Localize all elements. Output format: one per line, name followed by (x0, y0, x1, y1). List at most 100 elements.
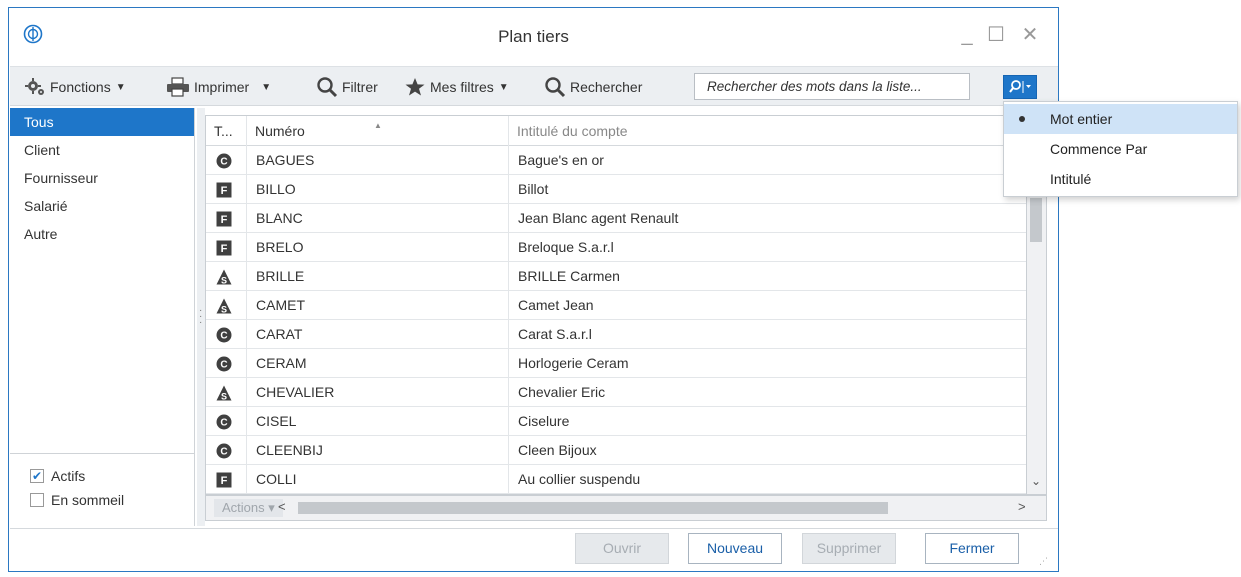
printer-icon (167, 77, 189, 97)
star-icon (405, 78, 425, 96)
selected-bullet-icon (1019, 116, 1025, 122)
table-row[interactable]: C CISEL Ciselure (206, 407, 1026, 436)
minimize-icon[interactable]: _ (954, 22, 980, 48)
maximize-icon[interactable]: ☐ (983, 22, 1009, 48)
actions-label: Actions (222, 500, 265, 515)
gear-icon (25, 78, 44, 95)
footer-divider (10, 528, 1058, 529)
chevron-down-icon: ▼ (115, 81, 126, 93)
account-title-cell: Camet Jean (518, 297, 594, 313)
category-all[interactable]: Tous (10, 108, 194, 136)
resize-grip-icon[interactable]: ⋰ (1039, 556, 1049, 567)
table-row[interactable]: S CHEVALIER Chevalier Eric (206, 378, 1026, 407)
column-title-header[interactable]: Intitulé du compte (509, 116, 1026, 146)
horizontal-scroll-thumb[interactable] (298, 502, 888, 514)
account-title-cell: Au collier suspendu (518, 471, 641, 487)
grid-header: T... Numéro ▲ Intitulé du compte (206, 116, 1026, 146)
account-title-cell: Cleen Bijoux (518, 442, 597, 458)
checkmark-icon[interactable]: ✔ (30, 469, 44, 483)
svg-text:C: C (220, 447, 227, 458)
svg-text:F: F (221, 214, 228, 226)
dormant-checkbox-row[interactable]: En sommeil (10, 488, 194, 512)
category-other[interactable]: Autre (10, 220, 194, 248)
status-filters: ✔ Actifs En sommeil (10, 453, 194, 526)
table-row[interactable]: S BRILLE BRILLE Carmen (206, 262, 1026, 291)
category-employee[interactable]: Salarié (10, 192, 194, 220)
magnifier-icon (317, 77, 338, 98)
close-icon[interactable]: ✕ (1017, 22, 1043, 48)
close-button[interactable]: Fermer (925, 533, 1019, 564)
table-row[interactable]: C BAGUES Bague's en or (206, 146, 1026, 175)
search-input[interactable]: Rechercher des mots dans la liste... (694, 73, 970, 100)
account-number-cell: BRELO (256, 239, 304, 255)
filter-label: Filtrer (342, 79, 378, 95)
search-icon (1009, 80, 1031, 93)
svg-text:F: F (221, 243, 228, 255)
active-checkbox-row[interactable]: ✔ Actifs (10, 464, 194, 488)
open-button[interactable]: Ouvrir (575, 533, 669, 564)
table-row[interactable]: C CARAT Carat S.a.r.l (206, 320, 1026, 349)
table-row[interactable]: S CAMET Camet Jean (206, 291, 1026, 320)
table-row[interactable]: F BILLO Billot (206, 175, 1026, 204)
account-number-cell: BILLO (256, 181, 296, 197)
table-row[interactable]: C CERAM Horlogerie Ceram (206, 349, 1026, 378)
magnifier-icon (545, 77, 566, 98)
accounts-grid: T... Numéro ▲ Intitulé du compte C BAGUES… (205, 115, 1027, 495)
column-type-header[interactable]: T... (206, 116, 247, 146)
account-number-cell: CISEL (256, 413, 297, 429)
account-title-cell: Ciselure (518, 413, 570, 429)
menu-item-title[interactable]: Intitulé (1004, 164, 1237, 194)
account-number-cell: BLANC (256, 210, 303, 226)
new-button[interactable]: Nouveau (688, 533, 782, 564)
employee-icon: S (216, 269, 232, 286)
table-row[interactable]: C CLEENBIJ Cleen Bijoux (206, 436, 1026, 465)
actions-menu-button[interactable]: Actions ▾ (214, 499, 283, 517)
scroll-left-icon[interactable]: < (278, 499, 286, 514)
account-title-cell: Billot (518, 181, 549, 197)
svg-text:S: S (221, 305, 227, 315)
table-row[interactable]: F COLLI Au collier suspendu (206, 465, 1026, 494)
chevron-down-icon: ▼ (498, 81, 509, 93)
svg-text:C: C (220, 157, 227, 168)
table-row[interactable]: F BRELO Breloque S.a.r.l (206, 233, 1026, 262)
grip-dots-icon: · · · (199, 305, 203, 328)
print-label: Imprimer (194, 79, 250, 95)
pane-splitter[interactable]: · · · (197, 108, 205, 526)
my-filters-label: Mes filtres (430, 79, 494, 95)
employee-icon: S (216, 298, 232, 315)
menu-item-starts-with[interactable]: Commence Par (1004, 134, 1237, 164)
account-title-cell: Jean Blanc agent Renault (518, 210, 679, 226)
filter-button[interactable]: Filtrer (316, 76, 378, 98)
account-title-cell: BRILLE Carmen (518, 268, 620, 284)
functions-label: Fonctions (50, 79, 111, 95)
functions-menu-button[interactable]: Fonctions ▼ (24, 76, 126, 98)
delete-button[interactable]: Supprimer (802, 533, 896, 564)
whole-word-label: Mot entier (1050, 111, 1113, 127)
my-filters-menu-button[interactable]: Mes filtres ▼ (404, 76, 509, 98)
window-title: Plan tiers (498, 27, 569, 46)
svg-text:F: F (221, 475, 228, 487)
vertical-scroll-thumb[interactable] (1030, 198, 1042, 242)
account-number-cell: BRILLE (256, 268, 305, 284)
account-number-cell: CAMET (256, 297, 305, 313)
category-pane: Tous Client Fournisseur Salarié Autre ✔ … (10, 108, 195, 526)
client-icon: C (216, 153, 232, 169)
title-bar: Plan tiers _ ☐ ✕ (9, 8, 1058, 64)
search-options-menu: Mot entier Commence Par Intitulé (1003, 101, 1238, 197)
account-title-cell: Horlogerie Ceram (518, 355, 629, 371)
scroll-right-icon[interactable]: > (1018, 499, 1026, 514)
search-options-button[interactable] (1003, 75, 1037, 99)
account-number-cell: COLLI (256, 471, 297, 487)
grid-bottom-bar: Actions ▾ < > (205, 495, 1047, 521)
supplier-icon: F (216, 211, 232, 227)
category-client[interactable]: Client (10, 136, 194, 164)
scroll-down-icon[interactable]: ⌄ (1031, 474, 1041, 488)
menu-item-whole-word[interactable]: Mot entier (1004, 104, 1237, 134)
category-supplier[interactable]: Fournisseur (10, 164, 194, 192)
search-button[interactable]: Rechercher (544, 76, 642, 98)
account-title-cell: Chevalier Eric (518, 384, 606, 400)
print-menu-button[interactable]: Imprimer ▼ (166, 76, 271, 98)
employee-icon: S (216, 385, 232, 402)
empty-checkbox[interactable] (30, 493, 44, 507)
table-row[interactable]: F BLANC Jean Blanc agent Renault (206, 204, 1026, 233)
